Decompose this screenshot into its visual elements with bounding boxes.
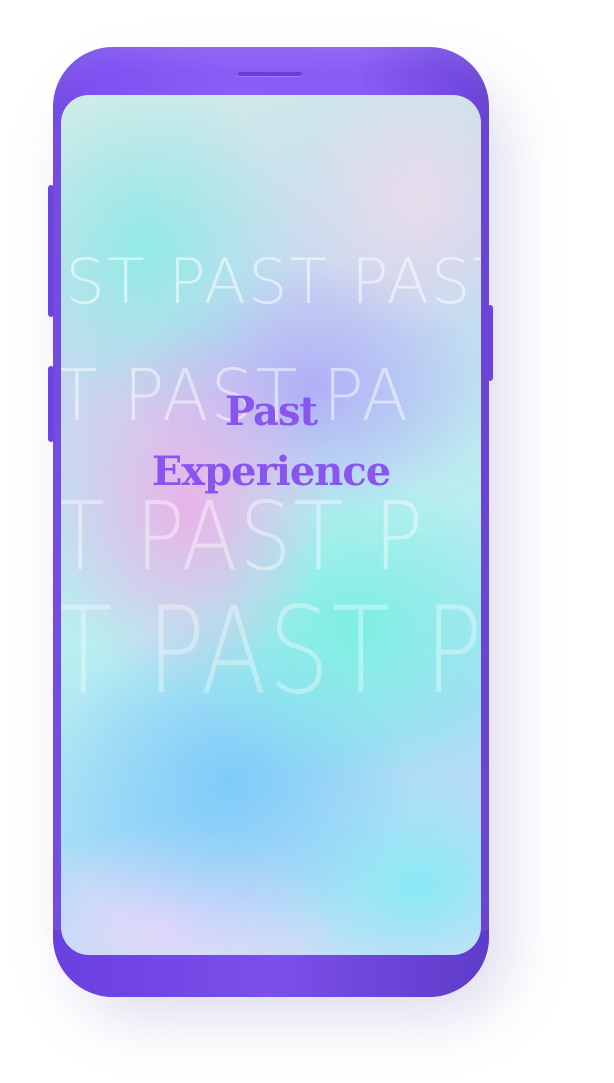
watermark-row: AST PAST PAST	[61, 245, 481, 318]
watermark-row: ST PAST PA	[61, 581, 481, 721]
power-button	[487, 305, 493, 381]
phone-screen[interactable]: AST PAST PAST ST PAST PA ST PAST P ST PA…	[61, 95, 481, 955]
screen-title-line1: Past	[225, 388, 318, 435]
earpiece-speaker	[238, 72, 302, 76]
volume-up-button	[48, 185, 54, 317]
watermark-row: ST PAST P	[61, 482, 426, 593]
volume-down-button	[48, 366, 54, 442]
screen-title-line2: Experience	[151, 448, 391, 495]
